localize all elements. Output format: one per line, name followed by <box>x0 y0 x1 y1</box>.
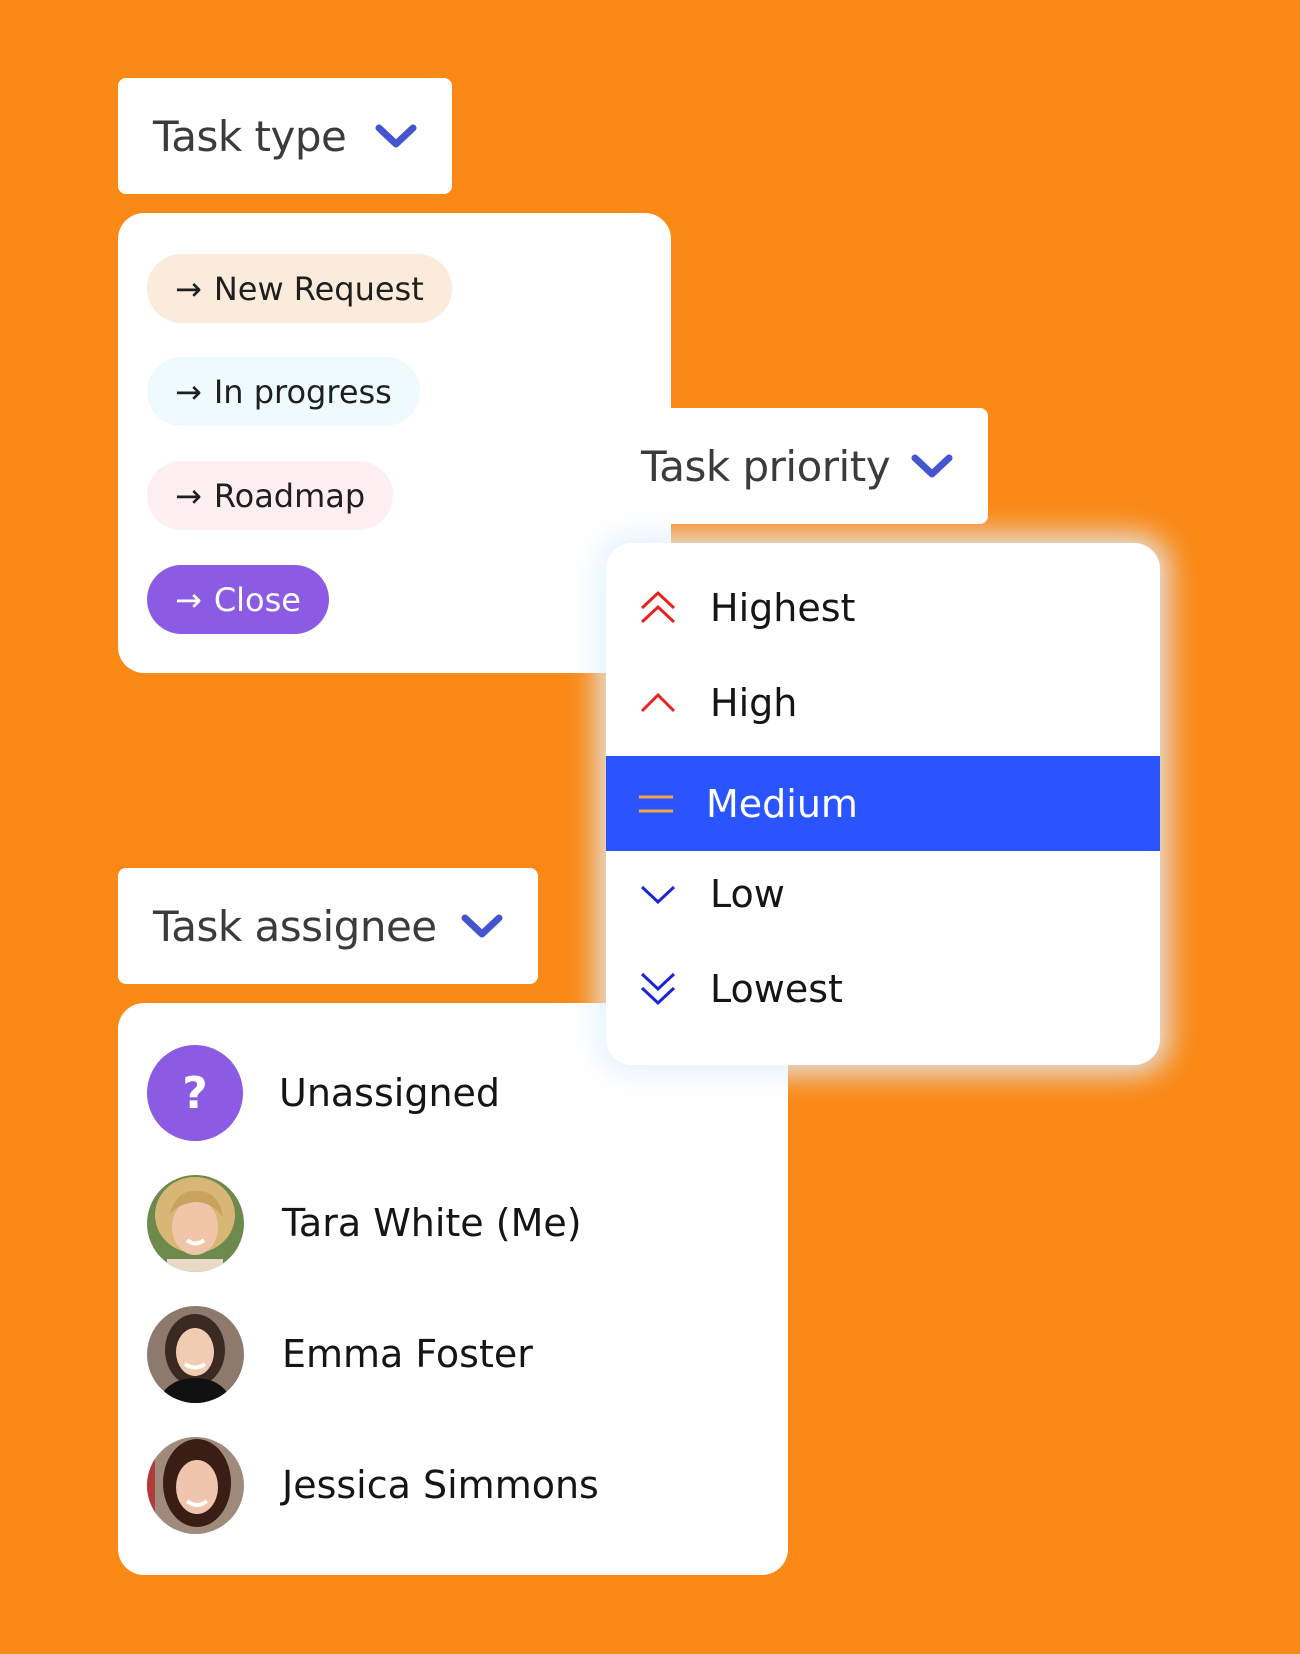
chevron-down-icon <box>461 914 503 938</box>
task-type-dropdown[interactable]: Task type <box>118 78 452 194</box>
priority-label: Medium <box>706 781 858 826</box>
priority-label: High <box>710 680 798 725</box>
priority-option-high[interactable]: High <box>606 655 1160 750</box>
priority-option-medium[interactable]: Medium <box>606 756 1160 851</box>
task-priority-label: Task priority <box>641 441 891 491</box>
arrow-right-icon: → <box>175 476 202 515</box>
assignee-option-jessica-simmons[interactable]: Jessica Simmons <box>147 1436 599 1534</box>
assignee-option-unassigned[interactable]: ? Unassigned <box>147 1044 500 1142</box>
task-type-option-roadmap[interactable]: → Roadmap <box>147 461 394 530</box>
arrow-right-icon: → <box>175 269 202 308</box>
assignee-name: Tara White (Me) <box>282 1201 582 1245</box>
question-icon: ? <box>147 1045 243 1141</box>
task-type-option-label: In progress <box>213 372 392 411</box>
chevron-down-icon <box>375 124 417 148</box>
task-type-label: Task type <box>153 111 347 161</box>
task-assignee-menu: ? Unassigned Tara White (Me) Emma Foster… <box>118 1003 788 1575</box>
assignee-option-tara-white[interactable]: Tara White (Me) <box>147 1174 582 1272</box>
canvas: Task type → New Request → In progress → … <box>0 0 1300 1654</box>
priority-label: Low <box>710 871 785 916</box>
chevron-down-icon <box>640 885 676 904</box>
avatar-photo <box>147 1305 244 1403</box>
double-chevron-down-icon <box>640 972 676 1005</box>
priority-label: Lowest <box>710 966 843 1011</box>
priority-label: Highest <box>710 585 856 630</box>
task-type-option-label: Close <box>213 580 301 619</box>
arrow-right-icon: → <box>175 580 202 619</box>
task-type-option-label: New Request <box>213 269 424 308</box>
assignee-name: Unassigned <box>279 1071 501 1115</box>
task-type-option-close[interactable]: → Close <box>147 565 329 634</box>
double-chevron-up-icon <box>640 590 676 623</box>
chevron-down-icon <box>911 454 953 478</box>
priority-option-lowest[interactable]: Lowest <box>606 941 1160 1036</box>
task-assignee-dropdown[interactable]: Task assignee <box>118 868 538 984</box>
task-type-option-new-request[interactable]: → New Request <box>147 254 452 323</box>
task-type-option-in-progress[interactable]: → In progress <box>147 357 420 426</box>
task-type-menu: → New Request → In progress → Roadmap → … <box>118 213 671 673</box>
equals-icon <box>639 795 673 812</box>
task-assignee-label: Task assignee <box>153 901 437 951</box>
task-priority-menu: Highest High Medium Low Lowest <box>606 543 1160 1065</box>
priority-option-highest[interactable]: Highest <box>606 560 1160 655</box>
arrow-right-icon: → <box>175 372 202 411</box>
avatar-photo <box>147 1174 244 1272</box>
assignee-name: Jessica Simmons <box>282 1463 599 1507</box>
assignee-name: Emma Foster <box>282 1332 533 1376</box>
assignee-option-emma-foster[interactable]: Emma Foster <box>147 1305 533 1403</box>
avatar-photo <box>147 1436 244 1534</box>
chevron-up-icon <box>640 692 676 712</box>
priority-option-low[interactable]: Low <box>606 846 1160 941</box>
task-priority-dropdown[interactable]: Task priority <box>606 408 988 524</box>
task-type-option-label: Roadmap <box>213 476 366 515</box>
